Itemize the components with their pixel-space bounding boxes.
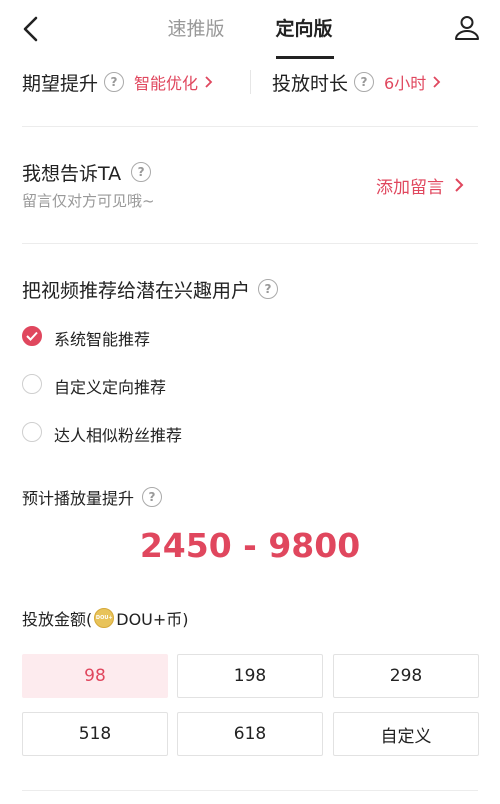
amount-option-298[interactable]: 298 — [333, 654, 479, 698]
targeting-title: 把视频推荐给潜在兴趣用户 — [22, 279, 251, 302]
divider — [22, 243, 478, 244]
amount-option-618[interactable]: 618 — [177, 712, 323, 756]
tab-targeted[interactable]: 定向版 — [268, 14, 340, 42]
duration-row[interactable]: 投放时长 ? 6小时 — [272, 68, 443, 96]
amount-option-518[interactable]: 518 — [22, 712, 168, 756]
divider — [22, 126, 478, 127]
estimate-title-row: 预计播放量提升 ? — [22, 485, 163, 509]
tab-quick[interactable]: 速推版 — [160, 14, 232, 42]
message-subtitle: 留言仅对方可见哦~ — [22, 192, 155, 210]
estimate-range: 2450 - 9800 — [139, 526, 361, 565]
option-label: 自定义定向推荐 — [54, 378, 167, 397]
amount-title-row: 投放金额( DOU+ DOU+币) — [22, 606, 189, 630]
amount-title-prefix: 投放金额( — [22, 610, 93, 629]
radio-system-smart[interactable] — [22, 326, 42, 346]
amount-title-suffix: DOU+币) — [116, 610, 189, 629]
amount-option-198[interactable]: 198 — [177, 654, 323, 698]
add-message-label: 添加留言 — [376, 177, 444, 198]
user-button[interactable] — [453, 14, 481, 42]
expect-label: 期望提升 — [22, 72, 99, 95]
option-label: 达人相似粉丝推荐 — [54, 426, 183, 445]
radio-similar-fans[interactable] — [22, 422, 42, 442]
question-circle-icon[interactable]: ? — [354, 72, 375, 92]
targeting-title-row: 把视频推荐给潜在兴趣用户 ? — [22, 275, 279, 303]
duration-value: 6小时 — [384, 74, 427, 93]
radio-custom-targeting[interactable] — [22, 374, 42, 394]
user-icon — [455, 16, 479, 40]
chevron-right-icon — [433, 76, 441, 88]
chevron-right-icon — [455, 178, 464, 192]
settings-separator — [250, 70, 251, 94]
message-title-row: 我想告诉TA ? — [22, 158, 152, 186]
check-icon — [26, 331, 38, 341]
duration-label: 投放时长 — [272, 72, 349, 95]
question-circle-icon[interactable]: ? — [258, 279, 279, 299]
option-label: 系统智能推荐 — [54, 330, 151, 349]
divider — [22, 790, 478, 791]
amount-option-custom[interactable]: 自定义 — [333, 712, 479, 756]
message-title: 我想告诉TA — [22, 162, 122, 185]
chevron-right-icon — [205, 76, 213, 88]
question-circle-icon[interactable]: ? — [142, 487, 163, 507]
tab-active-indicator — [276, 56, 334, 59]
amount-option-98[interactable]: 98 — [22, 654, 168, 698]
estimate-title: 预计播放量提升 — [22, 489, 135, 508]
add-message-button[interactable]: 添加留言 — [376, 172, 466, 198]
question-circle-icon[interactable]: ? — [104, 72, 125, 92]
expect-row[interactable]: 期望提升 ? 智能优化 — [22, 68, 215, 96]
back-button[interactable] — [18, 14, 46, 44]
expect-value: 智能优化 — [134, 74, 199, 93]
chevron-left-icon — [23, 16, 38, 42]
question-circle-icon[interactable]: ? — [131, 162, 152, 182]
coin-text: DOU+ — [95, 615, 113, 621]
dou-coin-icon: DOU+ — [94, 608, 115, 628]
